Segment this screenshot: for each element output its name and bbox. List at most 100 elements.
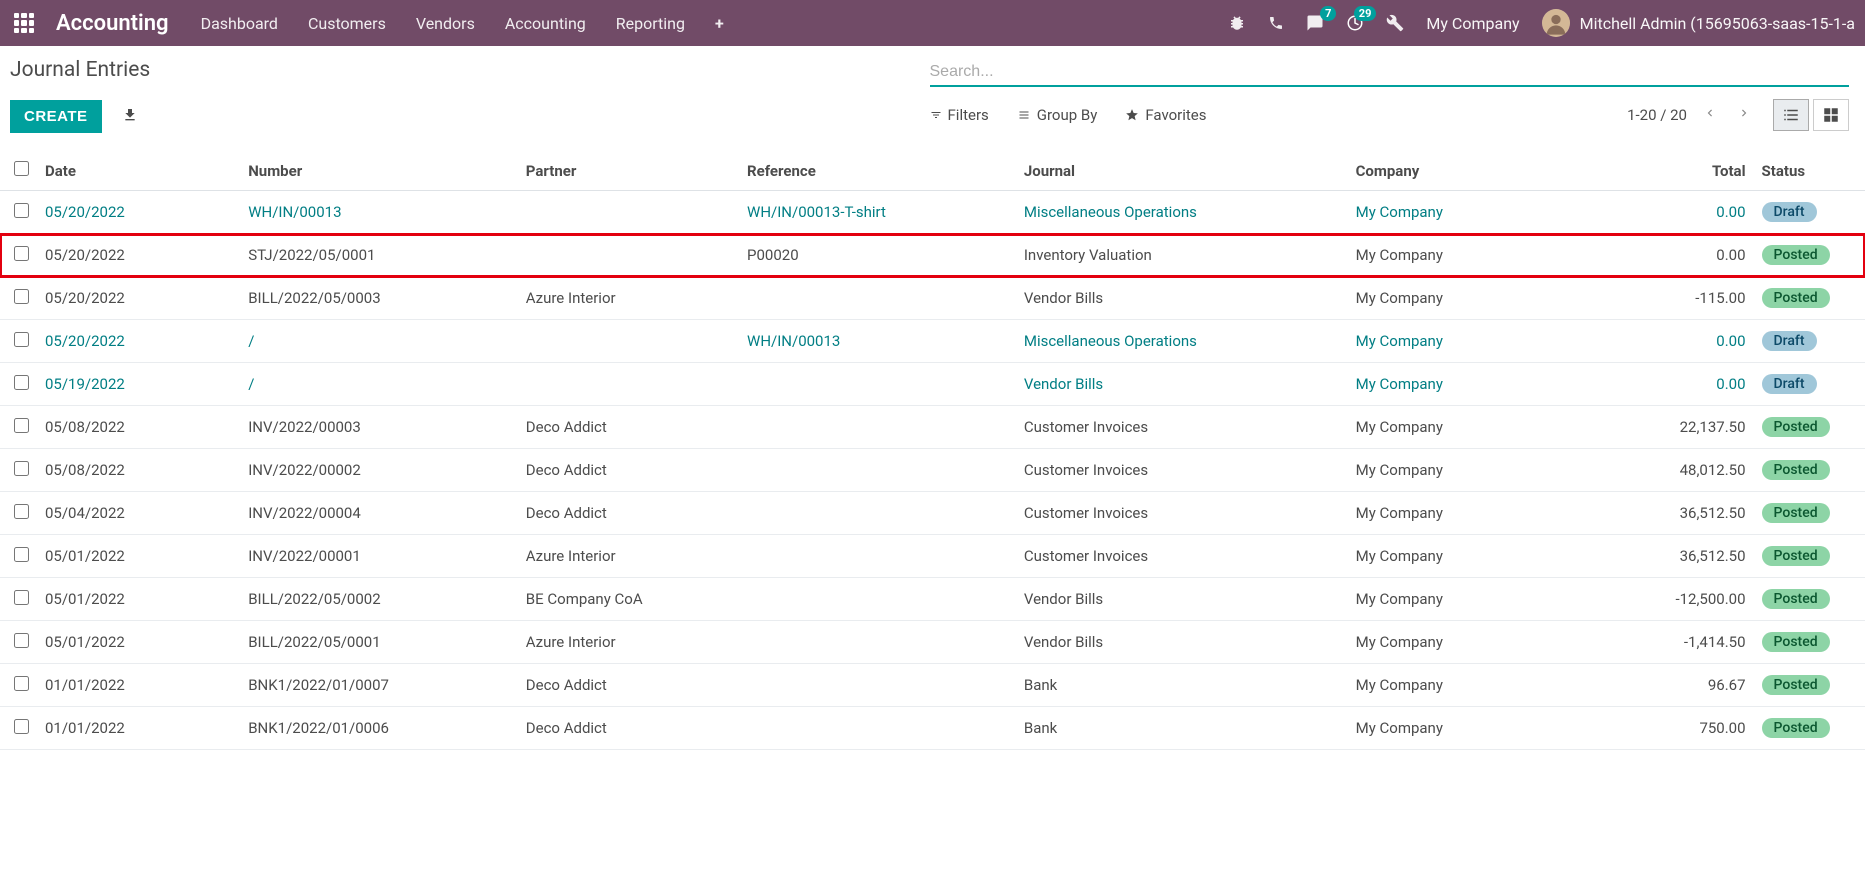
table-row[interactable]: 05/01/2022INV/2022/00001Azure InteriorCu… (0, 535, 1865, 578)
company-selector[interactable]: My Company (1426, 14, 1519, 33)
cp-right: Filters Group By Favorites 1-20 / 20 (930, 58, 1850, 133)
apps-icon[interactable] (10, 9, 38, 37)
row-checkbox[interactable] (14, 289, 29, 304)
search-input[interactable] (930, 63, 1850, 81)
row-checkbox[interactable] (14, 461, 29, 476)
cell-number[interactable]: / (248, 332, 254, 350)
cell-total: 36,512.50 (1680, 547, 1746, 565)
filters-button[interactable]: Filters (930, 106, 989, 124)
cell-journal[interactable]: Miscellaneous Operations (1024, 332, 1197, 350)
col-date[interactable]: Date (37, 151, 240, 191)
table-row[interactable]: 05/01/2022BILL/2022/05/0002BE Company Co… (0, 578, 1865, 621)
create-button[interactable]: CREATE (10, 100, 102, 133)
row-checkbox[interactable] (14, 633, 29, 648)
cell-company[interactable]: My Company (1356, 332, 1443, 350)
cell-journal[interactable]: Vendor Bills (1024, 375, 1103, 393)
table-row[interactable]: 05/08/2022INV/2022/00002Deco AddictCusto… (0, 449, 1865, 492)
status-badge: Posted (1762, 460, 1830, 480)
cell-journal: Bank (1024, 719, 1057, 737)
table-row[interactable]: 05/04/2022INV/2022/00004Deco AddictCusto… (0, 492, 1865, 535)
menu-add[interactable]: + (715, 14, 724, 33)
cell-reference[interactable]: WH/IN/00013 (747, 332, 840, 350)
navbar: Accounting Dashboard Customers Vendors A… (0, 0, 1865, 46)
navbar-menu: Dashboard Customers Vendors Accounting R… (201, 14, 724, 33)
menu-accounting[interactable]: Accounting (505, 14, 586, 33)
menu-vendors[interactable]: Vendors (416, 14, 475, 33)
cell-journal[interactable]: Miscellaneous Operations (1024, 203, 1197, 221)
cell-partner: Azure Interior (526, 547, 616, 565)
groupby-label: Group By (1037, 106, 1098, 124)
kanban-view-button[interactable] (1813, 99, 1849, 131)
cell-date[interactable]: 05/19/2022 (45, 375, 125, 393)
pager-prev[interactable] (1699, 102, 1721, 128)
cell-journal: Inventory Valuation (1024, 246, 1152, 264)
app-brand[interactable]: Accounting (56, 11, 169, 36)
chevron-left-icon (1703, 106, 1717, 120)
pager-text[interactable]: 1-20 / 20 (1627, 106, 1687, 124)
groupby-button[interactable]: Group By (1017, 106, 1098, 124)
tools-icon[interactable] (1386, 14, 1404, 32)
filters-label: Filters (948, 106, 989, 124)
messaging-icon[interactable]: 7 (1306, 14, 1324, 32)
table-row[interactable]: 05/08/2022INV/2022/00003Deco AddictCusto… (0, 406, 1865, 449)
row-checkbox[interactable] (14, 590, 29, 605)
row-checkbox[interactable] (14, 504, 29, 519)
col-status[interactable]: Status (1754, 151, 1865, 191)
cell-reference[interactable]: WH/IN/00013-T-shirt (747, 203, 886, 221)
cell-number[interactable]: WH/IN/00013 (248, 203, 341, 221)
row-checkbox[interactable] (14, 203, 29, 218)
user-menu[interactable]: Mitchell Admin (15695063-saas-15-1-a (1542, 9, 1855, 37)
col-company[interactable]: Company (1348, 151, 1606, 191)
cell-company[interactable]: My Company (1356, 203, 1443, 221)
table-row[interactable]: 05/01/2022BILL/2022/05/0001Azure Interio… (0, 621, 1865, 664)
cell-journal: Customer Invoices (1024, 418, 1148, 436)
col-number[interactable]: Number (240, 151, 518, 191)
col-total[interactable]: Total (1605, 151, 1753, 191)
row-checkbox[interactable] (14, 418, 29, 433)
table-row[interactable]: 05/20/2022STJ/2022/05/0001P00020Inventor… (0, 234, 1865, 277)
status-badge: Posted (1762, 245, 1830, 265)
cell-date[interactable]: 05/20/2022 (45, 203, 125, 221)
pager-section: 1-20 / 20 (1627, 99, 1849, 131)
table-row[interactable]: 05/20/2022 / WH/IN/00013 Miscellaneous Oper… (0, 320, 1865, 363)
row-checkbox[interactable] (14, 375, 29, 390)
cell-partner: Deco Addict (526, 418, 607, 436)
table-row[interactable]: 05/19/2022/Vendor BillsMy Company0.00Dra… (0, 363, 1865, 406)
select-all-checkbox[interactable] (14, 161, 29, 176)
cell-date: 05/20/2022 (45, 289, 125, 307)
list-view-button[interactable] (1773, 99, 1809, 131)
cell-date[interactable]: 05/20/2022 (45, 332, 125, 350)
cell-company[interactable]: My Company (1356, 375, 1443, 393)
table-row[interactable]: 01/01/2022BNK1/2022/01/0007Deco AddictBa… (0, 664, 1865, 707)
row-checkbox[interactable] (14, 547, 29, 562)
favorites-label: Favorites (1145, 106, 1206, 124)
debug-icon[interactable] (1228, 14, 1246, 32)
favorites-button[interactable]: Favorites (1125, 106, 1206, 124)
cell-date: 05/20/2022 (45, 246, 125, 264)
pager-next[interactable] (1733, 102, 1755, 128)
import-icon[interactable] (122, 107, 138, 127)
col-partner[interactable]: Partner (518, 151, 739, 191)
search-box (930, 58, 1850, 87)
col-ref[interactable]: Reference (739, 151, 1016, 191)
cell-number[interactable]: / (248, 375, 254, 393)
menu-dashboard[interactable]: Dashboard (201, 14, 278, 33)
menu-reporting[interactable]: Reporting (616, 14, 685, 33)
row-checkbox[interactable] (14, 676, 29, 691)
avatar (1542, 9, 1570, 37)
row-checkbox[interactable] (14, 332, 29, 347)
row-checkbox[interactable] (14, 246, 29, 261)
status-badge: Draft (1762, 331, 1817, 351)
chevron-right-icon (1737, 106, 1751, 120)
menu-customers[interactable]: Customers (308, 14, 386, 33)
table-row[interactable]: 01/01/2022BNK1/2022/01/0006Deco AddictBa… (0, 707, 1865, 750)
col-journal[interactable]: Journal (1016, 151, 1348, 191)
row-checkbox[interactable] (14, 719, 29, 734)
table-row[interactable]: 05/20/2022BILL/2022/05/0003Azure Interio… (0, 277, 1865, 320)
table-row[interactable]: 05/20/2022 WH/IN/00013 WH/IN/00013-T-shirt… (0, 191, 1865, 234)
status-badge: Posted (1762, 589, 1830, 609)
activity-icon[interactable]: 29 (1346, 14, 1364, 32)
view-switcher (1773, 99, 1849, 131)
phone-icon[interactable] (1268, 15, 1284, 31)
cp-buttons: CREATE (10, 100, 930, 133)
